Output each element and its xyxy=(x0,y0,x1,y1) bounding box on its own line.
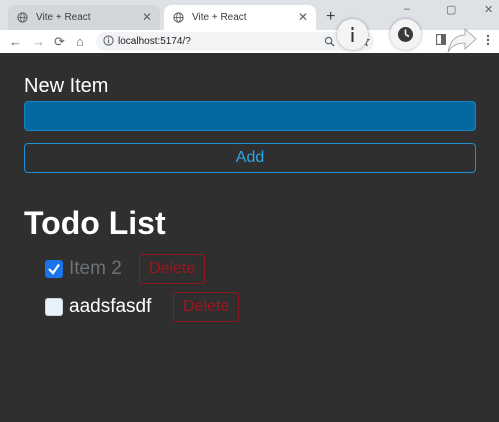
todo-list-title: Todo List xyxy=(24,205,166,241)
todo-text: Item 2 xyxy=(69,258,122,279)
tab-title: Vite + React xyxy=(36,12,91,23)
overlay-share-button[interactable] xyxy=(444,22,478,56)
new-item-label: New Item xyxy=(24,75,109,97)
overlay-history-button[interactable] xyxy=(390,19,421,50)
forward-icon[interactable]: → xyxy=(32,33,45,50)
globe-icon xyxy=(173,12,184,23)
url-text: localhost:5174/? xyxy=(118,36,191,47)
delete-button[interactable]: Delete xyxy=(139,254,206,284)
clock-icon xyxy=(398,27,413,42)
site-info-icon xyxy=(103,35,114,46)
close-window-icon[interactable]: ✕ xyxy=(484,3,493,16)
home-icon[interactable]: ⌂ xyxy=(76,33,84,50)
browser-tab-1[interactable]: Vite + React ✕ xyxy=(8,5,160,30)
new-item-input[interactable] xyxy=(24,101,476,131)
overlay-info-button[interactable] xyxy=(337,19,368,50)
tab-strip: Vite + React ✕ Vite + React ✕ + – ▢ ✕ xyxy=(0,0,499,30)
add-button[interactable]: Add xyxy=(24,143,476,173)
address-bar[interactable]: localhost:5174/? xyxy=(96,32,374,51)
todo-text: aadsfasdf xyxy=(69,296,152,317)
delete-button[interactable]: Delete xyxy=(173,292,240,322)
tab-close-icon[interactable]: ✕ xyxy=(298,5,308,30)
back-icon[interactable]: ← xyxy=(9,33,22,50)
menu-kebab-icon[interactable] xyxy=(486,34,490,46)
maximize-icon[interactable]: ▢ xyxy=(446,3,456,16)
minimize-icon[interactable]: – xyxy=(404,3,410,15)
todo-checkbox[interactable] xyxy=(45,298,63,316)
tab-title: Vite + React xyxy=(192,12,247,23)
reload-icon[interactable]: ⟳ xyxy=(54,33,65,50)
share-arrow-icon xyxy=(447,28,477,53)
tab-close-icon[interactable]: ✕ xyxy=(142,5,152,30)
globe-icon xyxy=(17,12,28,23)
zoom-icon[interactable] xyxy=(324,36,335,47)
vertical-dots-icon xyxy=(351,27,354,42)
browser-chrome: Vite + React ✕ Vite + React ✕ + – ▢ ✕ ← … xyxy=(0,0,499,53)
browser-tab-2[interactable]: Vite + React ✕ xyxy=(164,5,316,30)
new-tab-button[interactable]: + xyxy=(326,6,335,28)
checkmark-icon xyxy=(48,263,60,275)
todo-checkbox-checked[interactable] xyxy=(45,260,63,278)
browser-toolbar: ← → ⟳ ⌂ localhost:5174/? xyxy=(0,30,499,53)
app-page: New Item Add Todo List Item 2 Delete aad… xyxy=(0,53,499,422)
